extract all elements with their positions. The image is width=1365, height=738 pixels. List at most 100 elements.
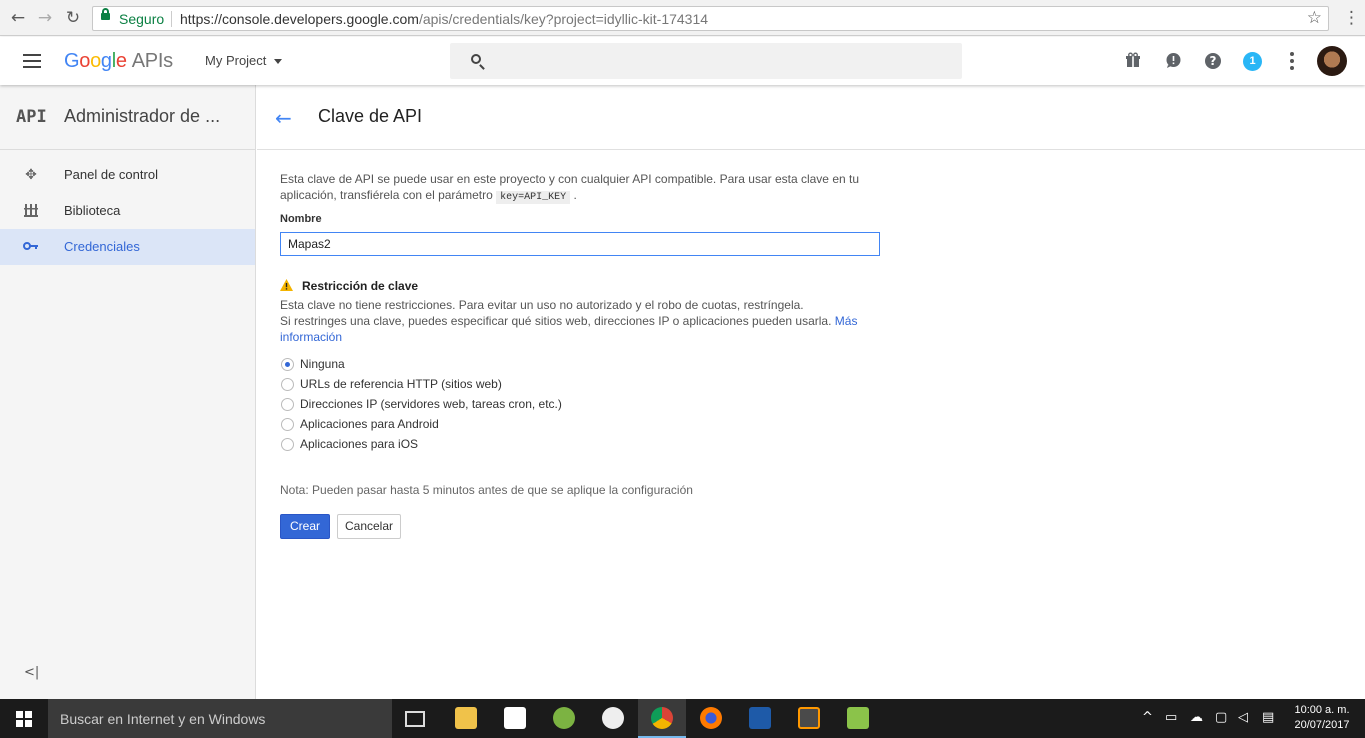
logo-letter: G bbox=[64, 50, 80, 72]
sidebar-item-label: Credenciales bbox=[64, 239, 140, 254]
search-bar[interactable] bbox=[450, 43, 962, 79]
radio-label: Aplicaciones para iOS bbox=[300, 437, 419, 451]
back-arrow-icon[interactable]: ← bbox=[275, 106, 292, 130]
bookmark-star-icon[interactable]: ☆ bbox=[1307, 8, 1322, 28]
forward-arrow-icon[interactable]: → bbox=[35, 8, 55, 28]
description-text: Esta clave de API se puede usar en este … bbox=[280, 172, 860, 202]
warning-icon bbox=[280, 279, 293, 291]
restriction-text-line: Si restringes una clave, puedes especifi… bbox=[280, 313, 880, 345]
taskbar-search-box[interactable]: Buscar en Internet y en Windows bbox=[48, 699, 392, 738]
url-path: /apis/credentials/key?project=idyllic-ki… bbox=[418, 11, 709, 27]
key-restriction-description: Esta clave no tiene restricciones. Para … bbox=[280, 297, 880, 345]
more-options-icon[interactable] bbox=[1290, 52, 1294, 70]
radio-label: Direcciones IP (servidores web, tareas c… bbox=[300, 397, 562, 411]
sidebar-item-credentials[interactable]: Credenciales bbox=[0, 229, 255, 265]
page-title: Clave de API bbox=[318, 106, 423, 126]
onedrive-icon[interactable]: ☁ bbox=[1190, 710, 1203, 725]
dashboard-icon: ✥ bbox=[25, 167, 37, 183]
lock-icon bbox=[101, 8, 110, 20]
radio-button[interactable] bbox=[281, 398, 294, 411]
browser-chrome: ← → ↻ Seguro https://console.developers.… bbox=[0, 0, 1365, 36]
windows-start-icon[interactable] bbox=[16, 711, 32, 727]
url-host: https://console.developers.google.com bbox=[180, 11, 419, 27]
powershell-icon[interactable] bbox=[749, 707, 771, 729]
logo-letter: o bbox=[90, 50, 101, 72]
logo-letter: o bbox=[79, 50, 91, 72]
action-center-icon[interactable]: ▤ bbox=[1262, 710, 1274, 725]
library-icon bbox=[23, 203, 39, 219]
firefox-icon[interactable] bbox=[700, 707, 722, 729]
sidebar: API Administrador de ... ✥ Panel de cont… bbox=[0, 85, 256, 699]
notifications-badge[interactable]: 1 bbox=[1243, 52, 1262, 71]
page-description: Esta clave de API se puede usar en este … bbox=[280, 171, 880, 206]
task-view-icon[interactable] bbox=[405, 711, 425, 727]
browser-menu-icon[interactable]: ⋮ bbox=[1343, 8, 1360, 28]
system-clock[interactable]: 10:00 a. m. 20/07/2017 bbox=[1290, 703, 1354, 733]
hamburger-menu-icon[interactable] bbox=[23, 54, 41, 68]
dropdown-caret-icon bbox=[274, 59, 283, 65]
radio-button[interactable] bbox=[281, 378, 294, 391]
project-selector[interactable]: My Project bbox=[205, 53, 283, 68]
restriction-text: Si restringes una clave, puedes especifi… bbox=[280, 314, 832, 328]
radio-button-selected[interactable] bbox=[281, 358, 294, 371]
notepad-plus-icon[interactable] bbox=[847, 707, 869, 729]
battery-icon[interactable]: ▭ bbox=[1165, 710, 1177, 725]
restriction-options: Ninguna URLs de referencia HTTP (sitios … bbox=[280, 355, 640, 455]
radio-button[interactable] bbox=[281, 438, 294, 451]
sidebar-item-label: Biblioteca bbox=[64, 203, 121, 218]
radio-option-ios[interactable]: Aplicaciones para iOS bbox=[280, 435, 640, 455]
collapse-sidebar-icon[interactable]: <| bbox=[24, 665, 39, 680]
sublime-text-icon[interactable] bbox=[798, 707, 820, 729]
clock-date: 20/07/2017 bbox=[1294, 719, 1350, 731]
radio-option-http-referrers[interactable]: URLs de referencia HTTP (sitios web) bbox=[280, 375, 640, 395]
key-restriction-title: Restricción de clave bbox=[302, 279, 419, 293]
cancel-button[interactable]: Cancelar bbox=[337, 514, 401, 539]
chrome-icon[interactable] bbox=[651, 707, 673, 729]
logo-letter: e bbox=[115, 50, 127, 72]
show-hidden-icons-icon[interactable]: ^ bbox=[1142, 710, 1153, 725]
page-header: ← Clave de API bbox=[257, 85, 1365, 150]
address-bar[interactable]: Seguro https://console.developers.google… bbox=[92, 6, 1329, 31]
create-button[interactable]: Crear bbox=[280, 514, 330, 539]
name-field[interactable] bbox=[280, 232, 880, 256]
radio-option-ip-addresses[interactable]: Direcciones IP (servidores web, tareas c… bbox=[280, 395, 640, 415]
sidebar-item-dashboard[interactable]: ✥ Panel de control bbox=[0, 157, 255, 193]
taskbar-search-placeholder: Buscar en Internet y en Windows bbox=[60, 711, 266, 727]
logo-suffix: APIs bbox=[131, 50, 173, 72]
sidebar-item-label: Panel de control bbox=[64, 167, 158, 182]
main-content: ← Clave de API Esta clave de API se pued… bbox=[257, 85, 1365, 699]
back-arrow-icon[interactable]: ← bbox=[8, 8, 28, 28]
radio-label: Ninguna bbox=[300, 357, 345, 371]
sidebar-title[interactable]: Administrador de ... bbox=[64, 106, 220, 127]
gift-icon[interactable] bbox=[1124, 52, 1142, 70]
name-field-label: Nombre bbox=[280, 213, 322, 225]
secure-label: Seguro bbox=[119, 11, 165, 27]
network-icon[interactable]: ▢ bbox=[1215, 710, 1227, 725]
configuration-note: Nota: Pueden pasar hasta 5 minutos antes… bbox=[280, 483, 693, 497]
url-text[interactable]: https://console.developers.google.com/ap… bbox=[180, 11, 708, 27]
volume-icon[interactable]: ◁ bbox=[1238, 710, 1248, 725]
google-apis-logo[interactable]: Google APIs bbox=[64, 50, 173, 73]
radio-button[interactable] bbox=[281, 418, 294, 431]
file-explorer-icon[interactable] bbox=[455, 707, 477, 729]
radio-option-none[interactable]: Ninguna bbox=[280, 355, 640, 375]
radio-option-android[interactable]: Aplicaciones para Android bbox=[280, 415, 640, 435]
project-name: My Project bbox=[205, 53, 267, 68]
sidebar-header: API Administrador de ... bbox=[0, 85, 256, 150]
api-logo-icon: API bbox=[16, 107, 47, 127]
search-icon bbox=[471, 54, 481, 64]
feedback-icon[interactable] bbox=[1164, 52, 1182, 70]
compass-app-icon[interactable] bbox=[602, 707, 624, 729]
api-key-param-code: key=API_KEY bbox=[496, 191, 571, 204]
android-studio-icon[interactable] bbox=[553, 707, 575, 729]
store-icon[interactable] bbox=[504, 707, 526, 729]
windows-taskbar: Buscar en Internet y en Windows ^ ▭ ☁ ▢ … bbox=[0, 699, 1365, 738]
logo-letter: g bbox=[100, 50, 112, 72]
console-header: Google APIs My Project ? 1 bbox=[0, 37, 1365, 85]
avatar[interactable] bbox=[1317, 46, 1347, 76]
reload-icon[interactable]: ↻ bbox=[63, 8, 83, 28]
sidebar-item-library[interactable]: Biblioteca bbox=[0, 193, 255, 229]
key-icon bbox=[23, 239, 39, 255]
radio-label: URLs de referencia HTTP (sitios web) bbox=[300, 377, 502, 391]
help-icon[interactable]: ? bbox=[1205, 53, 1221, 69]
